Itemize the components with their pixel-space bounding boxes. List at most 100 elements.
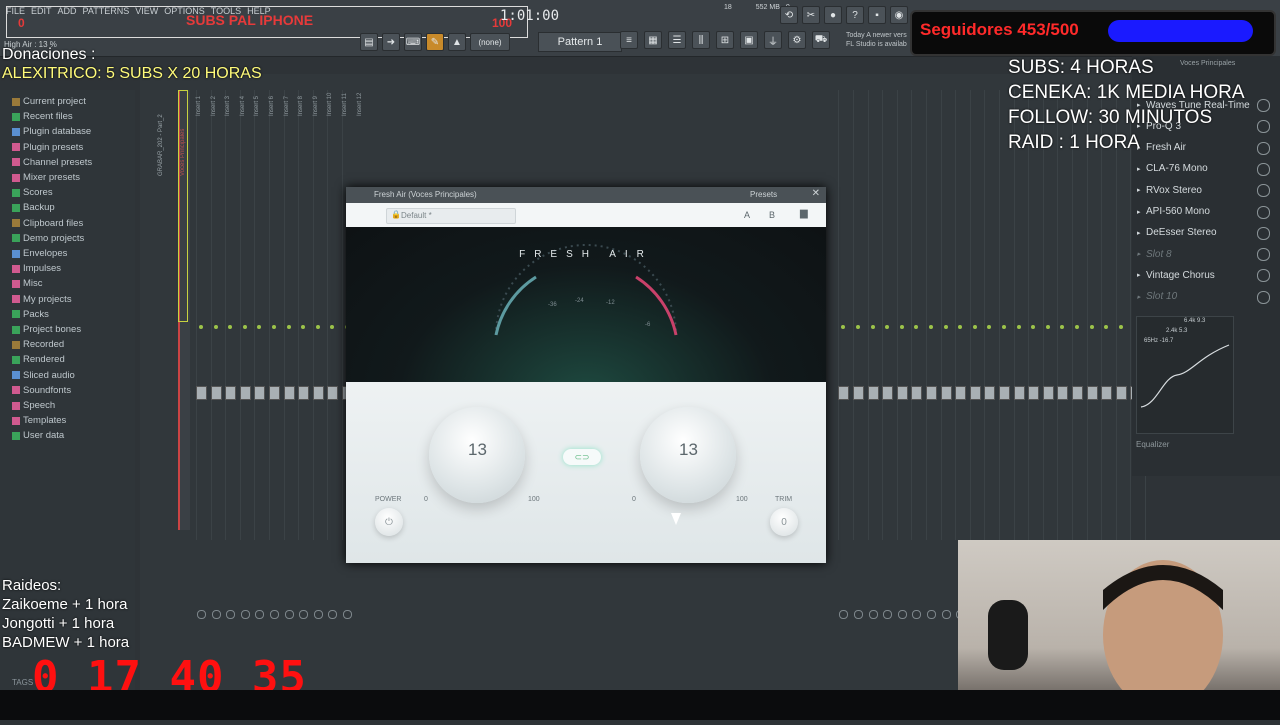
browser-item[interactable]: Soundfonts [12, 385, 71, 396]
strip-fader[interactable] [254, 386, 266, 400]
strip-fader[interactable] [999, 386, 1010, 400]
record-icon[interactable]: ◉ [890, 6, 908, 24]
keyboard-icon[interactable]: ▤ [360, 33, 378, 51]
mixer-strip[interactable] [867, 90, 879, 540]
strip-led[interactable] [943, 325, 948, 329]
browser-item[interactable]: Plugin database [12, 126, 91, 137]
plugin-icon[interactable]: ▣ [740, 31, 758, 49]
strip-fader[interactable] [239, 386, 251, 400]
mixer-strip[interactable] [312, 90, 324, 540]
effect-slot[interactable]: ▸ Slot 8 [1134, 245, 1274, 263]
mixer-strip[interactable] [283, 90, 295, 540]
browser-item[interactable]: User data [12, 430, 64, 441]
browser-item[interactable]: Plugin presets [12, 142, 83, 153]
slot-mix-knob[interactable] [1257, 290, 1270, 304]
strip-send-knob[interactable] [211, 610, 221, 619]
strip-led[interactable] [870, 325, 875, 329]
mixer-strip[interactable] [955, 90, 966, 540]
pencil-icon[interactable]: ✎ [426, 33, 444, 51]
strip-fader[interactable] [882, 386, 894, 400]
slot-mix-knob[interactable] [1257, 269, 1270, 283]
mixer-strip[interactable] [999, 90, 1010, 540]
chat-icon[interactable]: ▆ [800, 208, 808, 219]
mixer-strip[interactable] [940, 90, 952, 540]
channel-rack-icon[interactable]: ☰ [668, 31, 686, 49]
browser-item[interactable]: Packs [12, 309, 49, 320]
strip-fader[interactable] [1042, 386, 1054, 400]
strip-fader[interactable] [1013, 386, 1025, 400]
strip-led[interactable] [1002, 325, 1006, 329]
strip-led[interactable] [286, 325, 291, 329]
mixer-strip[interactable] [896, 90, 908, 540]
strip-led[interactable] [972, 325, 977, 329]
mixer-strip[interactable] [1028, 90, 1039, 540]
strip-send-knob[interactable] [197, 610, 206, 619]
strip-led[interactable] [272, 325, 276, 329]
help-icon[interactable]: ? [846, 6, 864, 24]
ab-b-button[interactable]: B [769, 210, 775, 220]
effect-slot[interactable]: ▸ CLA-76 Mono [1134, 160, 1274, 178]
strip-fader[interactable] [955, 386, 967, 400]
mixer-strip[interactable] [269, 90, 280, 540]
mixer-strip[interactable] [1057, 90, 1068, 540]
mixer-strip[interactable] [1042, 90, 1054, 540]
refresh-icon[interactable]: ⟲ [780, 6, 798, 24]
pattern-selector[interactable]: Pattern 1 [538, 32, 622, 52]
close-icon[interactable]: ✕ [812, 188, 820, 199]
browser-item[interactable]: Project bones [12, 324, 81, 335]
strip-send-knob[interactable] [883, 610, 893, 619]
slot-mix-knob[interactable] [1257, 248, 1270, 262]
mixer-icon[interactable]: ⫼ [692, 31, 710, 49]
strip-send-knob[interactable] [284, 610, 294, 619]
effect-slot[interactable]: ▸ DeEsser Stereo [1134, 224, 1274, 242]
arrow-icon[interactable]: ➜ [382, 33, 400, 51]
strip-fader[interactable] [1028, 386, 1040, 400]
mixer-strip[interactable] [210, 90, 222, 540]
strip-send-knob[interactable] [897, 610, 907, 619]
strip-fader[interactable] [896, 386, 908, 400]
strip-fader[interactable] [210, 386, 222, 400]
mixer-strip[interactable] [926, 90, 937, 540]
slot-mix-knob[interactable] [1257, 162, 1270, 176]
browser-item[interactable]: Templates [12, 415, 66, 426]
browser-item[interactable]: Backup [12, 202, 55, 213]
strip-led[interactable] [929, 325, 933, 329]
browser-item[interactable]: Rendered [12, 354, 65, 365]
strip-fader[interactable] [283, 386, 295, 400]
power-button[interactable]: ⏻ [375, 508, 403, 536]
browser-item[interactable]: Current project [12, 96, 86, 107]
strip-fader[interactable] [838, 386, 850, 400]
browser-icon[interactable]: ⊞ [716, 31, 734, 49]
snap-select[interactable]: (none) [470, 33, 510, 51]
strip-fader[interactable] [196, 386, 207, 400]
mixer-strip[interactable] [853, 90, 864, 540]
strip-led[interactable] [199, 325, 203, 329]
scissors-icon[interactable]: ✂ [802, 6, 820, 24]
strip-fader[interactable] [853, 386, 864, 400]
trim-knob[interactable]: 0 [770, 508, 798, 536]
slot-mix-knob[interactable] [1257, 141, 1270, 155]
slot-mix-knob[interactable] [1257, 99, 1270, 112]
strip-send-knob[interactable] [240, 610, 250, 619]
strip-led[interactable] [1045, 325, 1050, 329]
strip-fader[interactable] [969, 386, 981, 400]
plugin-titlebar[interactable]: Fresh Air (Voces Principales) Presets ✕ [346, 187, 826, 203]
browser-item[interactable]: Sliced audio [12, 370, 75, 381]
strip-fader[interactable] [1057, 386, 1069, 400]
strip-send-knob[interactable] [854, 610, 863, 619]
browser-item[interactable]: Speech [12, 400, 55, 411]
strip-send-knob[interactable] [270, 610, 279, 619]
strip-fader[interactable] [1072, 386, 1083, 400]
strip-led[interactable] [1016, 325, 1021, 329]
slot-mix-knob[interactable] [1257, 120, 1270, 134]
browser-item[interactable]: Envelopes [12, 248, 67, 259]
strip-send-knob[interactable] [313, 610, 323, 619]
strip-led[interactable] [1118, 325, 1123, 329]
slot-mix-knob[interactable] [1257, 205, 1270, 219]
strip-led[interactable] [899, 325, 904, 329]
strip-fader[interactable] [1115, 386, 1127, 400]
browser-item[interactable]: Impulses [12, 263, 61, 274]
strip-led[interactable] [242, 325, 247, 329]
mixer-strip[interactable] [1115, 90, 1127, 540]
strip-led[interactable] [315, 325, 320, 329]
